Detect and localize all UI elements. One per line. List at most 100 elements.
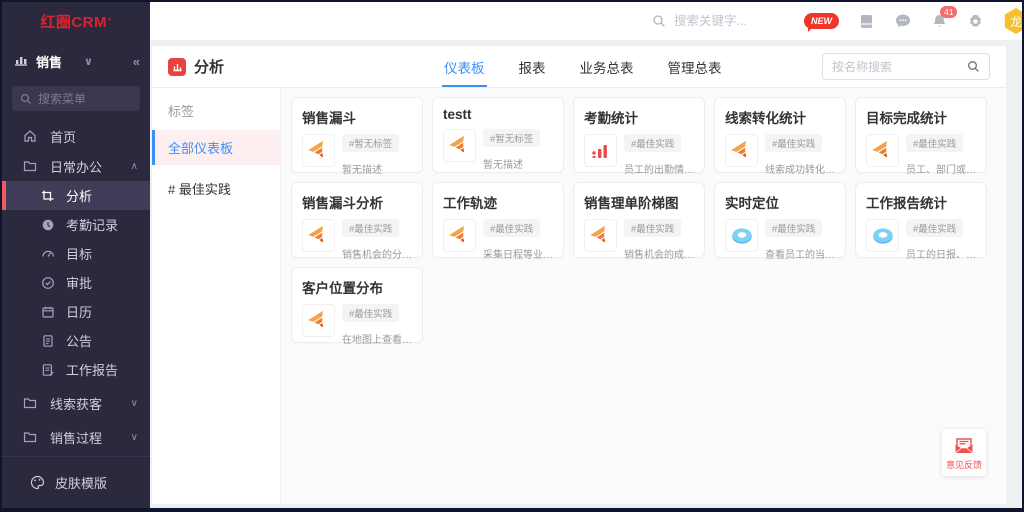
- user-avatar[interactable]: 龙: [1003, 8, 1022, 34]
- dashboard-card[interactable]: testt #暂无标签 暂无描述: [432, 97, 564, 173]
- search-icon: [652, 14, 666, 28]
- content-panel: 分析 仪表板 报表 业务总表 管理总表 标签 全部仪表板 # 最佳实践: [152, 46, 1006, 504]
- name-search-input[interactable]: [832, 60, 961, 74]
- sidebar-item-label: 首页: [50, 127, 76, 146]
- sidebar-item-announcement[interactable]: 公告: [2, 326, 150, 355]
- global-search-input[interactable]: [674, 14, 804, 28]
- page-header: 分析 仪表板 报表 业务总表 管理总表: [152, 46, 1006, 88]
- card-description: 暂无描述: [342, 161, 399, 176]
- bell-icon[interactable]: 41: [931, 13, 948, 30]
- card-tag: #最佳实践: [624, 134, 681, 152]
- home-icon: [22, 128, 38, 144]
- document-icon: [40, 333, 56, 349]
- topbar: NEW 41 龙: [150, 2, 1022, 40]
- collapse-sidebar-icon[interactable]: «: [133, 54, 138, 69]
- card-thumbnail-icon: [302, 134, 335, 167]
- name-search[interactable]: [822, 53, 990, 80]
- sidebar-item-approval[interactable]: 审批: [2, 268, 150, 297]
- sidebar-search[interactable]: [12, 86, 140, 111]
- global-search[interactable]: [652, 14, 804, 28]
- card-title: 实时定位: [725, 192, 835, 212]
- sidebar-item-label: 审批: [66, 273, 92, 292]
- knowledge-book-icon[interactable]: [858, 13, 875, 30]
- card-tag: #最佳实践: [906, 219, 963, 237]
- feedback-button[interactable]: 意见反馈: [942, 429, 986, 476]
- gauge-icon: [40, 246, 56, 262]
- sidebar-item-label: 日历: [66, 302, 92, 321]
- app-frame: 红圈CRM° 销售 ∨ « 首页 日常办公 ∧: [2, 2, 1022, 508]
- dashboard-card[interactable]: 实时定位 #最佳实践 查看员工的当前位置...: [714, 182, 846, 258]
- card-description: 采集日程等业务数据...: [483, 246, 553, 261]
- card-description: 员工的日报、周报和...: [906, 246, 976, 261]
- dashboard-card[interactable]: 销售漏斗分析 #最佳实践 销售机会的分阶段漏.: [291, 182, 423, 258]
- main-area: NEW 41 龙 分析 仪表板 报表 业务总表: [150, 2, 1022, 508]
- chevron-down-icon: ∨: [131, 432, 138, 443]
- dashboard-card[interactable]: 销售理单阶梯图 #最佳实践 销售机会的成交状态: [573, 182, 705, 258]
- sidebar-item-goals[interactable]: 目标: [2, 239, 150, 268]
- card-thumbnail-icon: [443, 219, 476, 252]
- gear-icon[interactable]: [967, 13, 984, 30]
- app-logo: 红圈CRM°: [2, 2, 150, 40]
- panel-body: 标签 全部仪表板 # 最佳实践 销售漏斗: [152, 88, 1006, 504]
- dashboard-card[interactable]: 线索转化统计 #最佳实践 线索成功转化为客户.: [714, 97, 846, 173]
- sidebar-item-label: 日常办公: [50, 157, 102, 176]
- dashboard-card[interactable]: 工作轨迹 #最佳实践 采集日程等业务数据...: [432, 182, 564, 258]
- sidebar-search-input[interactable]: [38, 92, 132, 106]
- sidebar-menu: 首页 日常办公 ∧ 分析 考勤记录 目标 审批: [2, 117, 150, 456]
- workspace-switcher[interactable]: 销售 ∨ «: [2, 44, 150, 78]
- card-tag: #暂无标签: [342, 134, 399, 152]
- tabs: 仪表板 报表 业务总表 管理总表: [444, 46, 722, 87]
- sidebar-item-calendar[interactable]: 日历: [2, 297, 150, 326]
- card-thumbnail-icon: [725, 219, 758, 252]
- dashboard-card[interactable]: 销售漏斗 #暂无标签 暂无描述: [291, 97, 423, 173]
- skin-template-button[interactable]: 皮肤模版: [2, 456, 150, 508]
- sidebar-item-label: 考勤记录: [66, 215, 118, 234]
- card-description: 销售机会的成交状态...: [624, 246, 694, 261]
- card-thumbnail-icon: [443, 129, 476, 162]
- tag-item-all-dashboards[interactable]: 全部仪表板: [152, 130, 280, 165]
- card-thumbnail-icon: [866, 219, 899, 252]
- card-description: 员工、部门或其他业...: [906, 161, 976, 176]
- sidebar-item-daily-office[interactable]: 日常办公 ∧: [2, 151, 150, 181]
- page-title: 分析: [168, 56, 224, 77]
- new-badge[interactable]: NEW: [804, 13, 839, 29]
- dashboard-grid: 销售漏斗 #暂无标签 暂无描述: [281, 88, 1006, 352]
- sidebar-item-attendance[interactable]: 考勤记录: [2, 210, 150, 239]
- card-title: 销售理单阶梯图: [584, 192, 694, 212]
- card-thumbnail-icon: [584, 219, 617, 252]
- tab-dashboard[interactable]: 仪表板: [444, 46, 485, 87]
- card-description: 暂无描述: [483, 156, 540, 171]
- chevron-down-icon: ∨: [131, 398, 138, 409]
- tab-management-summary[interactable]: 管理总表: [668, 46, 722, 87]
- sidebar-item-home[interactable]: 首页: [2, 121, 150, 151]
- topbar-icons: NEW 41 龙: [804, 8, 1022, 34]
- dashboard-card[interactable]: 工作报告统计 #最佳实践 员工的日报、周报和.: [855, 182, 987, 258]
- palette-icon: [30, 475, 45, 490]
- sidebar-item-label: 目标: [66, 244, 92, 263]
- tags-panel: 标签 全部仪表板 # 最佳实践: [152, 88, 281, 504]
- skin-template-label: 皮肤模版: [55, 473, 107, 492]
- sidebar-item-leads[interactable]: 线索获客 ∨: [2, 388, 150, 418]
- card-tag: #最佳实践: [342, 219, 399, 237]
- dashboard-card[interactable]: 目标完成统计 #最佳实践 员工、部门或其他业.: [855, 97, 987, 173]
- tab-reports[interactable]: 报表: [519, 46, 546, 87]
- dashboard-grid-area: 销售漏斗 #暂无标签 暂无描述: [281, 88, 1006, 504]
- tab-business-summary[interactable]: 业务总表: [580, 46, 634, 87]
- card-title: 目标完成统计: [866, 107, 976, 127]
- dashboard-card[interactable]: 客户位置分布 #最佳实践 在地图上查看客户的.: [291, 267, 423, 343]
- dashboard-card[interactable]: 考勤统计 #最佳实践 员工的出勤情况统计: [573, 97, 705, 173]
- chat-icon[interactable]: [894, 12, 912, 30]
- envelope-icon: [953, 435, 975, 455]
- card-tag: #最佳实践: [483, 219, 540, 237]
- card-thumbnail-icon: [725, 134, 758, 167]
- sidebar-item-label: 销售过程: [50, 428, 102, 447]
- sidebar-item-work-report[interactable]: 工作报告: [2, 355, 150, 384]
- sidebar-item-analysis[interactable]: 分析: [2, 181, 150, 210]
- notification-count-badge: 41: [940, 6, 957, 18]
- card-title: 客户位置分布: [302, 277, 412, 297]
- feedback-label: 意见反馈: [946, 458, 982, 471]
- card-thumbnail-icon: [866, 134, 899, 167]
- sidebar-item-sales-process[interactable]: 销售过程 ∨: [2, 422, 150, 452]
- tag-item-best-practice[interactable]: # 最佳实践: [152, 171, 280, 206]
- card-thumbnail-icon: [302, 219, 335, 252]
